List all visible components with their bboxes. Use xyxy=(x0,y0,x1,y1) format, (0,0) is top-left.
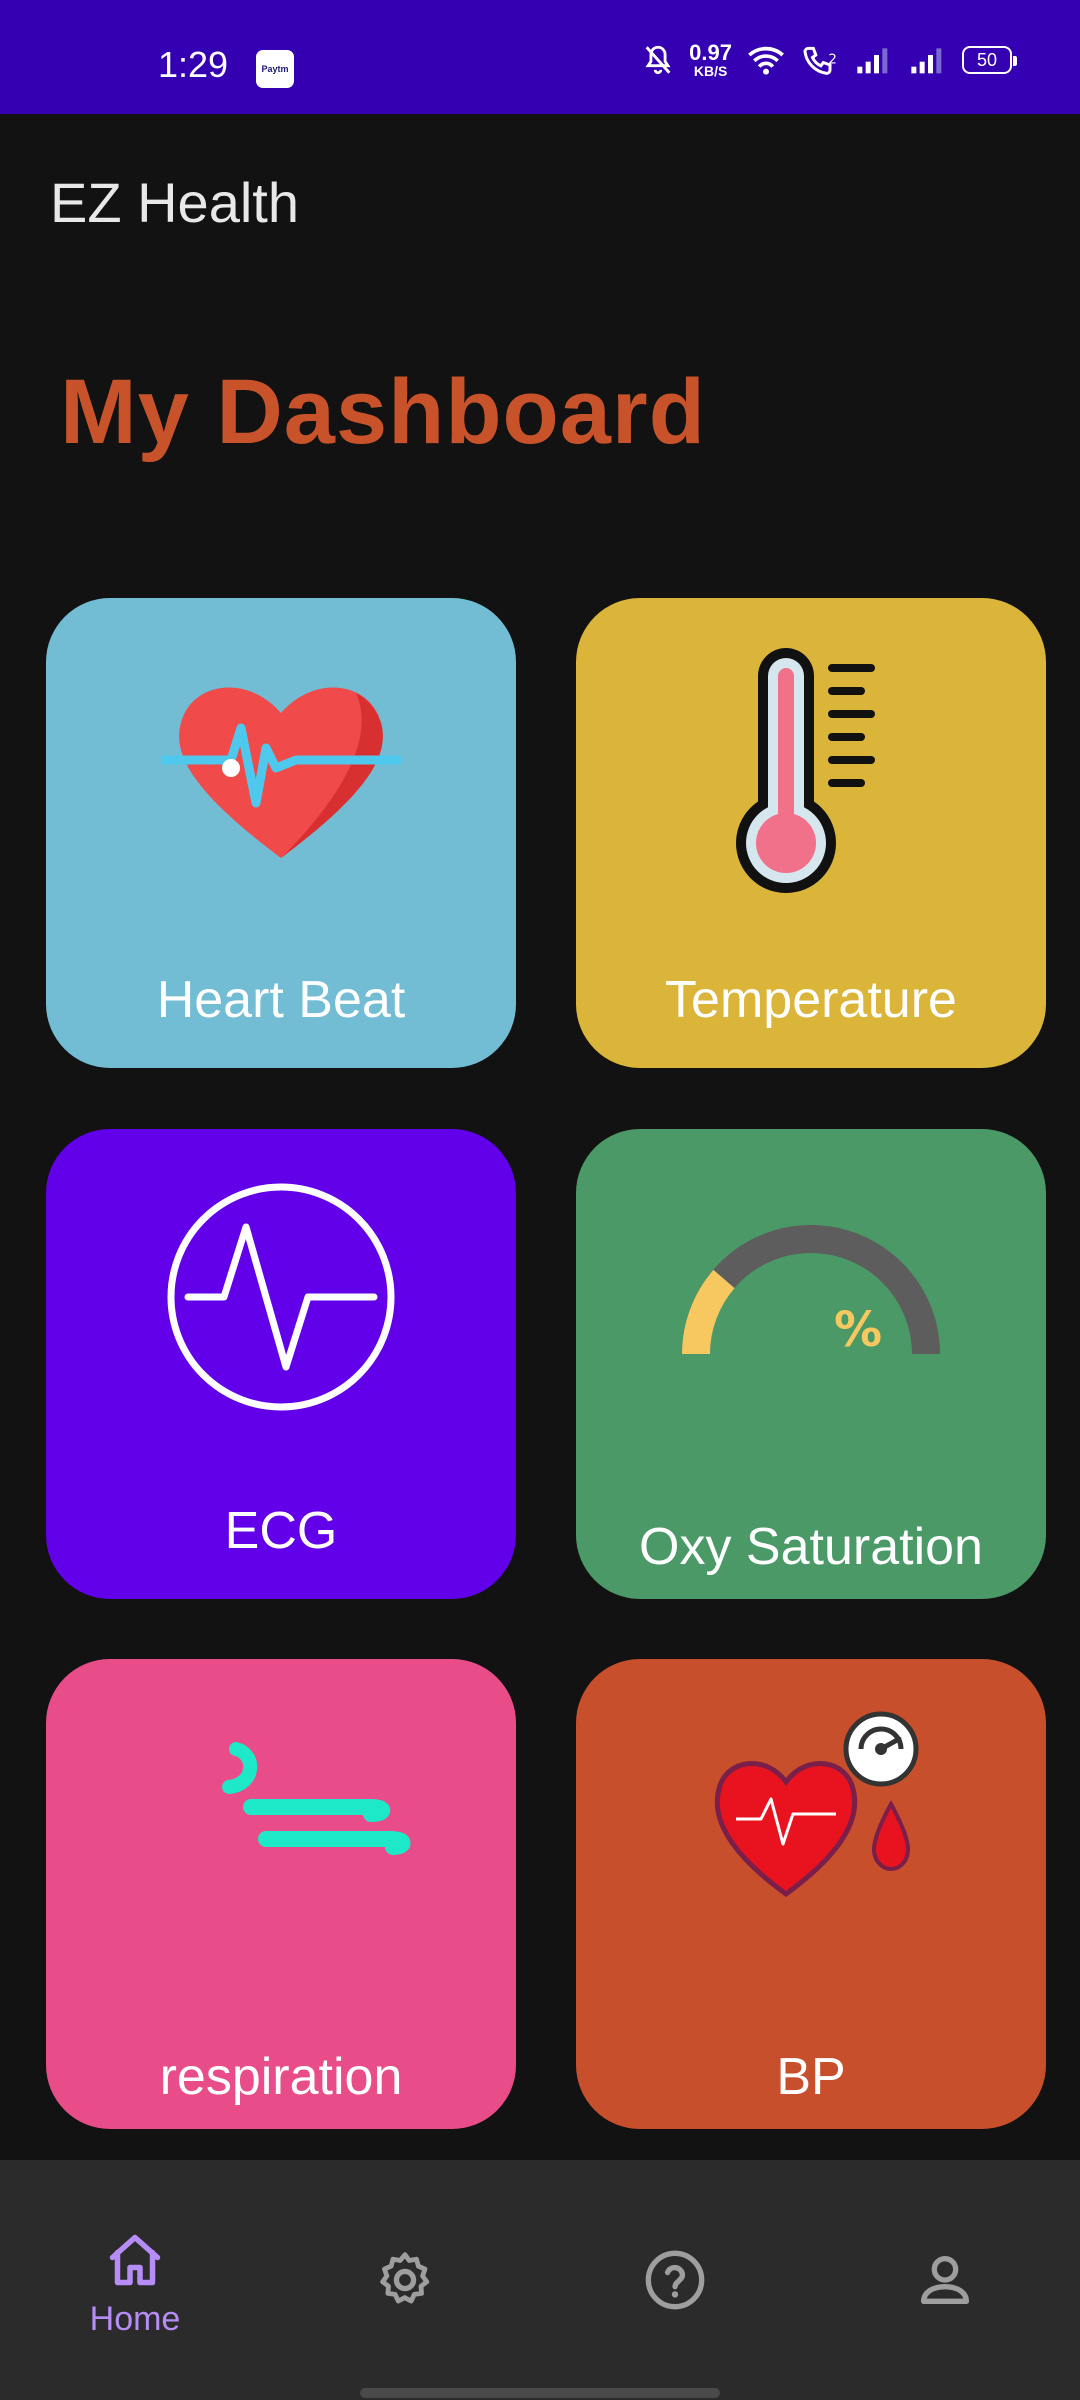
nav-home-label: Home xyxy=(89,2300,181,2338)
nav-home[interactable]: Home xyxy=(0,2160,270,2400)
blood-pressure-icon xyxy=(714,1711,919,1898)
status-bar: 1:29 Paytm 0.97 KB/S 2 50 xyxy=(0,0,1080,114)
heart-beat-icon xyxy=(161,687,401,858)
status-time: 1:29 xyxy=(158,44,229,85)
svg-text:2: 2 xyxy=(828,52,836,67)
dashboard-title: My Dashboard xyxy=(60,361,706,463)
paytm-notification-icon: Paytm xyxy=(256,50,294,88)
profile-icon xyxy=(921,2256,969,2304)
battery-indicator: 50 xyxy=(962,46,1017,74)
tile-heart-beat[interactable]: Heart Beat xyxy=(46,598,516,1068)
home-icon xyxy=(109,2234,161,2286)
thermometer-icon xyxy=(736,648,875,893)
tile-label: Temperature xyxy=(665,971,957,1029)
tile-oxy-saturation[interactable]: % Oxy Saturation xyxy=(576,1129,1046,1599)
signal-sim1-icon xyxy=(857,48,888,74)
settings-gear-icon xyxy=(380,2252,430,2304)
nav-settings[interactable] xyxy=(270,2160,540,2400)
tile-ecg[interactable]: ECG xyxy=(46,1129,516,1599)
oxygen-gauge-icon: % xyxy=(682,1225,940,1358)
network-speed-unit: KB/S xyxy=(693,63,728,79)
network-speed: 0.97 KB/S xyxy=(689,40,732,79)
tile-label: Heart Beat xyxy=(156,971,406,1029)
app-title: EZ Health xyxy=(50,171,299,234)
tile-temperature[interactable]: Temperature xyxy=(576,598,1046,1068)
gauge-percent-symbol: % xyxy=(834,1302,882,1358)
respiration-icon xyxy=(222,1742,411,1855)
volte-call-icon: 2 xyxy=(803,46,837,75)
tile-label: BP xyxy=(776,2048,846,2106)
nav-profile[interactable] xyxy=(810,2160,1080,2400)
bell-muted-icon xyxy=(645,45,671,75)
status-icons: 0.97 KB/S 2 50 xyxy=(641,40,1017,80)
tile-bp[interactable]: BP xyxy=(576,1659,1046,2129)
signal-sim2-icon xyxy=(911,48,942,74)
gesture-home-indicator[interactable] xyxy=(360,2388,720,2398)
nav-help[interactable] xyxy=(540,2160,810,2400)
ecg-icon xyxy=(167,1183,395,1411)
help-icon xyxy=(645,2250,705,2310)
tile-label: Oxy Saturation xyxy=(639,1518,983,1576)
tile-label: ECG xyxy=(224,1502,338,1560)
network-speed-value: 0.97 xyxy=(689,40,732,65)
wifi-icon xyxy=(748,46,784,75)
bottom-navigation: Home xyxy=(0,2160,1080,2400)
tile-respiration[interactable]: respiration xyxy=(46,1659,516,2129)
tile-label: respiration xyxy=(159,2048,403,2106)
